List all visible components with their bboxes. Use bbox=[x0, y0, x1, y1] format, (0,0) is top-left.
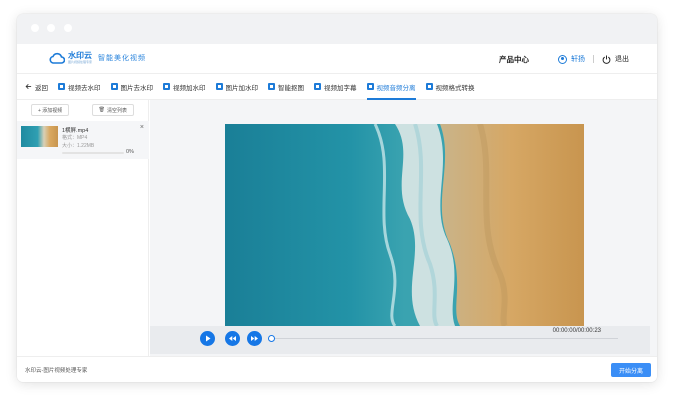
logo-slogan: 智能美化视频 bbox=[98, 54, 147, 62]
footer-text: 水印云-图片视频处理专家 bbox=[25, 368, 88, 374]
rewind-button[interactable] bbox=[225, 331, 240, 346]
cloud-logo-icon bbox=[49, 52, 65, 64]
video-preview[interactable] bbox=[225, 124, 584, 326]
tab-label: 视频格式转换 bbox=[435, 84, 475, 92]
logo-text: 水印云 图片视频处理专家 bbox=[68, 52, 92, 64]
clear-list-label: 清空列表 bbox=[106, 107, 127, 114]
window-dot-maximize[interactable] bbox=[64, 24, 72, 32]
app-header: 水印云 图片视频处理专家 智能美化视频 产品中心 轩扬 退出 bbox=[17, 44, 657, 74]
file-size: 大小：1.22MB bbox=[62, 143, 95, 149]
magic-wand-icon bbox=[268, 83, 275, 90]
file-progress-text: 0% bbox=[126, 149, 134, 155]
playback-time: 00:00:00/00:00:23 bbox=[552, 328, 601, 334]
back-label: 返回 bbox=[35, 84, 48, 92]
fast-forward-button[interactable] bbox=[247, 331, 262, 346]
file-progress-bar bbox=[62, 152, 124, 154]
logo[interactable]: 水印云 图片视频处理专家 智能美化视频 bbox=[49, 52, 146, 64]
tab-label: 智能抠图 bbox=[278, 84, 304, 92]
user-icon bbox=[558, 54, 567, 64]
tab-image-add-watermark[interactable]: 图片加水印 bbox=[215, 74, 259, 100]
seek-bar[interactable] bbox=[268, 338, 618, 339]
product-center-link[interactable]: 产品中心 bbox=[499, 54, 529, 65]
video-icon bbox=[58, 83, 65, 90]
tab-label: 图片去水印 bbox=[120, 84, 154, 92]
play-icon bbox=[206, 335, 211, 342]
arrow-left-icon bbox=[25, 84, 32, 89]
logout-button[interactable]: 退出 bbox=[602, 54, 629, 64]
window-titlebar bbox=[17, 14, 657, 44]
app-window: 水印云 图片视频处理专家 智能美化视频 产品中心 轩扬 退出 返回 视频去水印 … bbox=[17, 14, 657, 382]
tab-label: 视频加字幕 bbox=[324, 84, 357, 92]
video-thumbnail bbox=[21, 126, 58, 147]
sidebar-actions: + 添加视频 🗑 清空列表 bbox=[17, 100, 148, 120]
start-separation-button[interactable]: 开始分离 bbox=[611, 363, 651, 377]
header-divider bbox=[593, 55, 594, 63]
logo-subtitle: 图片视频处理专家 bbox=[68, 60, 93, 64]
image-icon bbox=[110, 83, 118, 90]
user-name: 轩扬 bbox=[571, 56, 585, 63]
tab-video-add-subtitles[interactable]: 视频加字幕 bbox=[314, 74, 357, 100]
video-icon bbox=[366, 83, 374, 90]
window-dot-minimize[interactable] bbox=[47, 24, 55, 32]
logout-label: 退出 bbox=[615, 56, 629, 63]
document-icon bbox=[425, 83, 433, 90]
logo-name: 水印云 bbox=[68, 51, 92, 60]
video-icon bbox=[163, 83, 170, 90]
tab-image-remove-watermark[interactable]: 图片去水印 bbox=[110, 74, 154, 100]
file-list-item[interactable]: 1横屏.mp4 格式：MP4 大小：1.22MB × 0% bbox=[17, 121, 149, 159]
tab-label: 视频去水印 bbox=[68, 84, 101, 92]
back-button[interactable]: 返回 bbox=[25, 74, 48, 100]
file-sidebar: + 添加视频 🗑 清空列表 1横屏.mp4 格式：MP4 大小：1.22MB ×… bbox=[17, 100, 149, 356]
video-icon bbox=[314, 83, 321, 90]
workspace: + 添加视频 🗑 清空列表 1横屏.mp4 格式：MP4 大小：1.22MB ×… bbox=[17, 100, 657, 356]
window-dot-close[interactable] bbox=[31, 24, 39, 32]
image-icon bbox=[215, 83, 223, 90]
file-name: 1横屏.mp4 bbox=[62, 128, 89, 134]
rewind-icon bbox=[229, 336, 236, 341]
trash-icon: 🗑 bbox=[98, 107, 105, 113]
tab-label: 视频音频分离 bbox=[376, 84, 416, 92]
tab-label: 视频加水印 bbox=[173, 84, 206, 92]
tool-tabs: 返回 视频去水印 图片去水印 视频加水印 图片加水印 智能抠图 视频加字幕 视频… bbox=[17, 74, 657, 100]
app-footer: 水印云-图片视频处理专家 开始分离 bbox=[17, 356, 657, 382]
seek-handle[interactable] bbox=[268, 335, 275, 342]
remove-file-icon[interactable]: × bbox=[140, 124, 144, 131]
power-icon bbox=[602, 54, 611, 64]
clear-list-button[interactable]: 🗑 清空列表 bbox=[91, 104, 134, 116]
tab-video-format-convert[interactable]: 视频格式转换 bbox=[425, 74, 475, 100]
header-nav: 产品中心 轩扬 退出 bbox=[499, 44, 657, 74]
tab-video-add-watermark[interactable]: 视频加水印 bbox=[163, 74, 206, 100]
user-menu[interactable]: 轩扬 bbox=[558, 54, 585, 64]
fast-forward-icon bbox=[251, 336, 258, 341]
video-player-controls: 00:00:00/00:00:23 bbox=[150, 326, 650, 354]
tab-label: 图片加水印 bbox=[225, 84, 259, 92]
tab-video-audio-separation[interactable]: 视频音频分离 bbox=[366, 74, 416, 100]
add-video-button[interactable]: + 添加视频 bbox=[31, 104, 70, 116]
tab-smart-cutout[interactable]: 智能抠图 bbox=[268, 74, 304, 100]
play-button[interactable] bbox=[200, 331, 215, 346]
tab-video-remove-watermark[interactable]: 视频去水印 bbox=[58, 74, 101, 100]
preview-area: 00:00:00/00:00:23 bbox=[150, 100, 657, 356]
file-format: 格式：MP4 bbox=[62, 135, 88, 141]
